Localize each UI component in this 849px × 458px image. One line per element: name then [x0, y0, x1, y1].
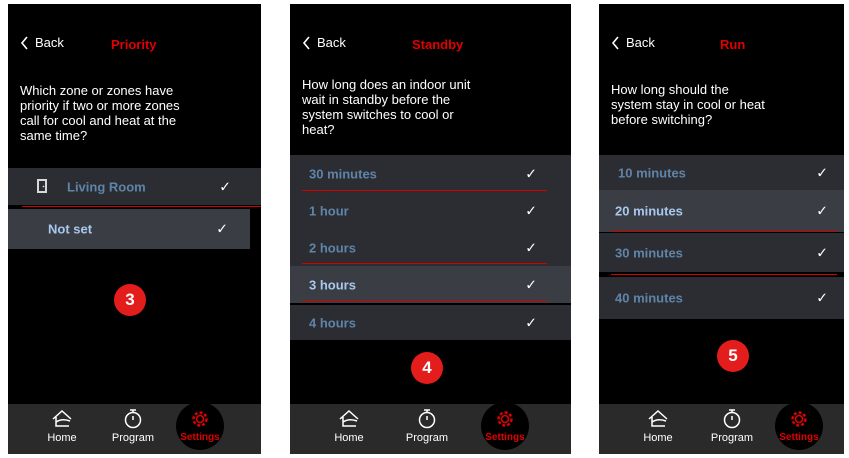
option-living-room[interactable]: Living Room ✓: [8, 168, 261, 205]
door-icon: [37, 179, 47, 193]
nav-settings-label: Settings: [485, 432, 525, 443]
nav-settings-label: Settings: [180, 432, 220, 443]
priority-screen: Back Priority Which zone or zones have p…: [8, 4, 261, 454]
divider: [302, 263, 547, 264]
home-icon: [648, 409, 668, 427]
option-10-minutes[interactable]: 10 minutes ✓: [599, 155, 844, 190]
option-label: 30 minutes: [615, 245, 683, 260]
bottom-nav: Home Program Settings: [8, 402, 261, 454]
question-text: How long does an indoor unit wait in sta…: [302, 77, 471, 137]
back-button[interactable]: Back: [302, 35, 346, 50]
check-icon: ✓: [816, 244, 828, 260]
nav-home-label: Home: [47, 432, 77, 444]
divider: [302, 190, 547, 191]
option-label: 20 minutes: [615, 203, 683, 219]
step-badge: 3: [114, 284, 146, 316]
step-badge: 5: [717, 340, 749, 372]
nav-home-label: Home: [334, 432, 364, 444]
nav-home[interactable]: Home: [322, 408, 376, 444]
option-3-hours[interactable]: 3 hours ✓: [290, 266, 571, 303]
divider: [302, 301, 547, 302]
check-icon: ✓: [525, 276, 537, 292]
nav-program[interactable]: Program: [106, 408, 160, 444]
bottom-nav: Home Program Settings: [290, 402, 571, 454]
nav-home-label: Home: [643, 432, 673, 444]
divider: [611, 274, 837, 275]
chevron-left-icon: [302, 35, 310, 50]
option-label: 4 hours: [309, 315, 356, 330]
screen-title: Priority: [111, 37, 157, 52]
chevron-left-icon: [20, 35, 28, 50]
home-icon: [52, 409, 72, 427]
check-icon: ✓: [525, 314, 537, 330]
option-30-minutes[interactable]: 30 minutes ✓: [290, 155, 571, 193]
back-label: Back: [626, 35, 655, 50]
check-icon: ✓: [816, 164, 828, 180]
option-2-hours[interactable]: 2 hours ✓: [290, 229, 571, 266]
stopwatch-icon: [124, 409, 142, 429]
option-label: 30 minutes: [309, 166, 377, 182]
gear-icon: [497, 411, 513, 427]
divider: [22, 206, 261, 207]
nav-home[interactable]: Home: [631, 408, 685, 444]
check-icon: ✓: [216, 220, 228, 237]
screen-title: Standby: [412, 37, 464, 52]
check-icon: ✓: [525, 239, 537, 255]
option-label: Living Room: [67, 179, 146, 194]
nav-program-label: Program: [710, 432, 754, 444]
check-icon: ✓: [219, 178, 231, 194]
option-40-minutes[interactable]: 40 minutes ✓: [599, 277, 844, 319]
option-label: 10 minutes: [618, 165, 686, 180]
nav-settings-label: Settings: [779, 432, 819, 443]
nav-settings[interactable]: Settings: [775, 402, 823, 450]
chevron-left-icon: [611, 35, 619, 50]
gear-icon: [791, 411, 807, 427]
screen-header: Back Run: [599, 35, 844, 57]
option-label: Not set: [48, 221, 93, 237]
check-icon: ✓: [525, 165, 537, 182]
question-text: How long should the system stay in cool …: [611, 82, 765, 127]
run-screen: Back Run How long should the system stay…: [599, 4, 844, 454]
check-icon: ✓: [816, 289, 828, 306]
divider: [611, 230, 837, 231]
nav-program-label: Program: [111, 432, 155, 444]
nav-program[interactable]: Program: [400, 408, 454, 444]
nav-program[interactable]: Program: [705, 408, 759, 444]
option-not-set[interactable]: Not set ✓: [8, 209, 250, 249]
stopwatch-icon: [418, 409, 436, 429]
option-4-hours[interactable]: 4 hours ✓: [290, 305, 571, 340]
nav-home[interactable]: Home: [35, 408, 89, 444]
option-label: 3 hours: [309, 277, 356, 292]
check-icon: ✓: [816, 202, 828, 219]
screen-header: Back Priority: [8, 35, 261, 57]
home-icon: [339, 409, 359, 427]
gear-icon: [192, 411, 208, 427]
back-label: Back: [35, 35, 64, 50]
back-button[interactable]: Back: [20, 35, 64, 50]
stopwatch-icon: [723, 409, 741, 429]
option-label: 40 minutes: [615, 290, 683, 306]
screen-title: Run: [720, 37, 746, 52]
back-label: Back: [317, 35, 346, 50]
check-icon: ✓: [525, 202, 537, 219]
bottom-nav: Home Program Settings: [599, 402, 844, 454]
back-button[interactable]: Back: [611, 35, 655, 50]
nav-settings[interactable]: Settings: [176, 402, 224, 450]
step-badge: 4: [411, 352, 443, 384]
nav-settings[interactable]: Settings: [481, 402, 529, 450]
nav-program-label: Program: [405, 432, 449, 444]
screen-header: Back Standby: [290, 35, 571, 57]
option-label: 1 hour: [309, 203, 349, 219]
option-1-hour[interactable]: 1 hour ✓: [290, 193, 571, 229]
question-text: Which zone or zones have priority if two…: [20, 83, 180, 143]
standby-screen: Back Standby How long does an indoor uni…: [290, 4, 571, 454]
option-20-minutes[interactable]: 20 minutes ✓: [599, 190, 844, 232]
option-label: 2 hours: [309, 240, 356, 255]
option-30-minutes[interactable]: 30 minutes ✓: [599, 233, 844, 272]
